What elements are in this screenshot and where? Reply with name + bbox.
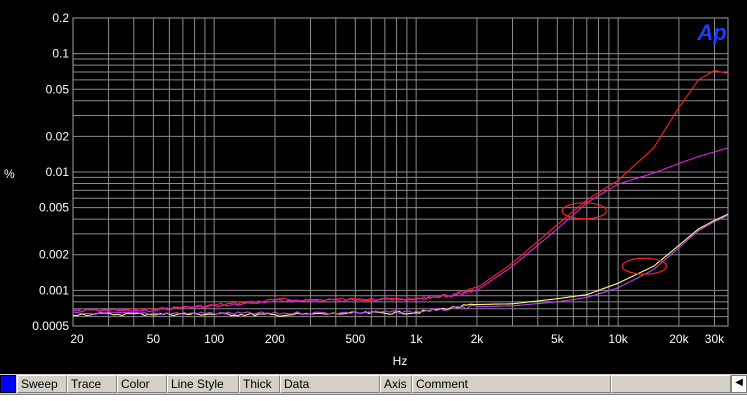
x-tick-label: 200 xyxy=(265,332,285,346)
y-tick-label: 0.002 xyxy=(39,248,69,262)
x-tick-label: 20 xyxy=(70,332,84,346)
x-axis-label: Hz xyxy=(393,354,408,368)
column-header-color[interactable]: Color xyxy=(117,375,167,393)
x-tick-label: 2k xyxy=(471,332,485,346)
column-header-axis[interactable]: Axis xyxy=(380,375,412,393)
y-tick-label: 0.05 xyxy=(46,82,70,96)
scroll-left-button[interactable]: ◀ xyxy=(731,375,747,393)
x-tick-label: 20k xyxy=(669,332,689,346)
y-tick-label: 0.2 xyxy=(52,11,69,25)
trace-legend-table: Sweep Trace Color Line Style Thick Data … xyxy=(0,374,747,401)
column-header-line-style[interactable]: Line Style xyxy=(167,375,239,393)
x-tick-label: 100 xyxy=(204,332,224,346)
thd-chart: 0.20.10.050.020.010.0050.0020.0010.0005 … xyxy=(0,0,747,372)
x-tick-label: 500 xyxy=(345,332,365,346)
column-header-sweep[interactable]: Sweep xyxy=(17,375,67,393)
y-tick-label: 0.1 xyxy=(52,47,69,61)
y-tick-label: 0.0005 xyxy=(32,319,69,333)
column-header-filler xyxy=(611,375,731,393)
x-tick-label: 1k xyxy=(410,332,424,346)
x-tick-label: 50 xyxy=(147,332,161,346)
y-tick-label: 0.02 xyxy=(46,129,70,143)
ap-logo: Ap xyxy=(696,20,726,45)
y-axis-label: % xyxy=(4,167,15,181)
x-tick-label: 5k xyxy=(551,332,565,346)
column-header-thick[interactable]: Thick xyxy=(239,375,280,393)
row-selector[interactable] xyxy=(0,375,16,393)
column-header-comment[interactable]: Comment xyxy=(412,375,611,393)
column-header-data[interactable]: Data xyxy=(280,375,380,393)
y-tick-label: 0.01 xyxy=(46,165,70,179)
y-tick-label: 0.005 xyxy=(39,201,69,215)
column-header-trace[interactable]: Trace xyxy=(67,375,117,393)
x-tick-label: 30k xyxy=(705,332,725,346)
y-tick-label: 0.001 xyxy=(39,283,69,297)
x-tick-label: 10k xyxy=(608,332,628,346)
